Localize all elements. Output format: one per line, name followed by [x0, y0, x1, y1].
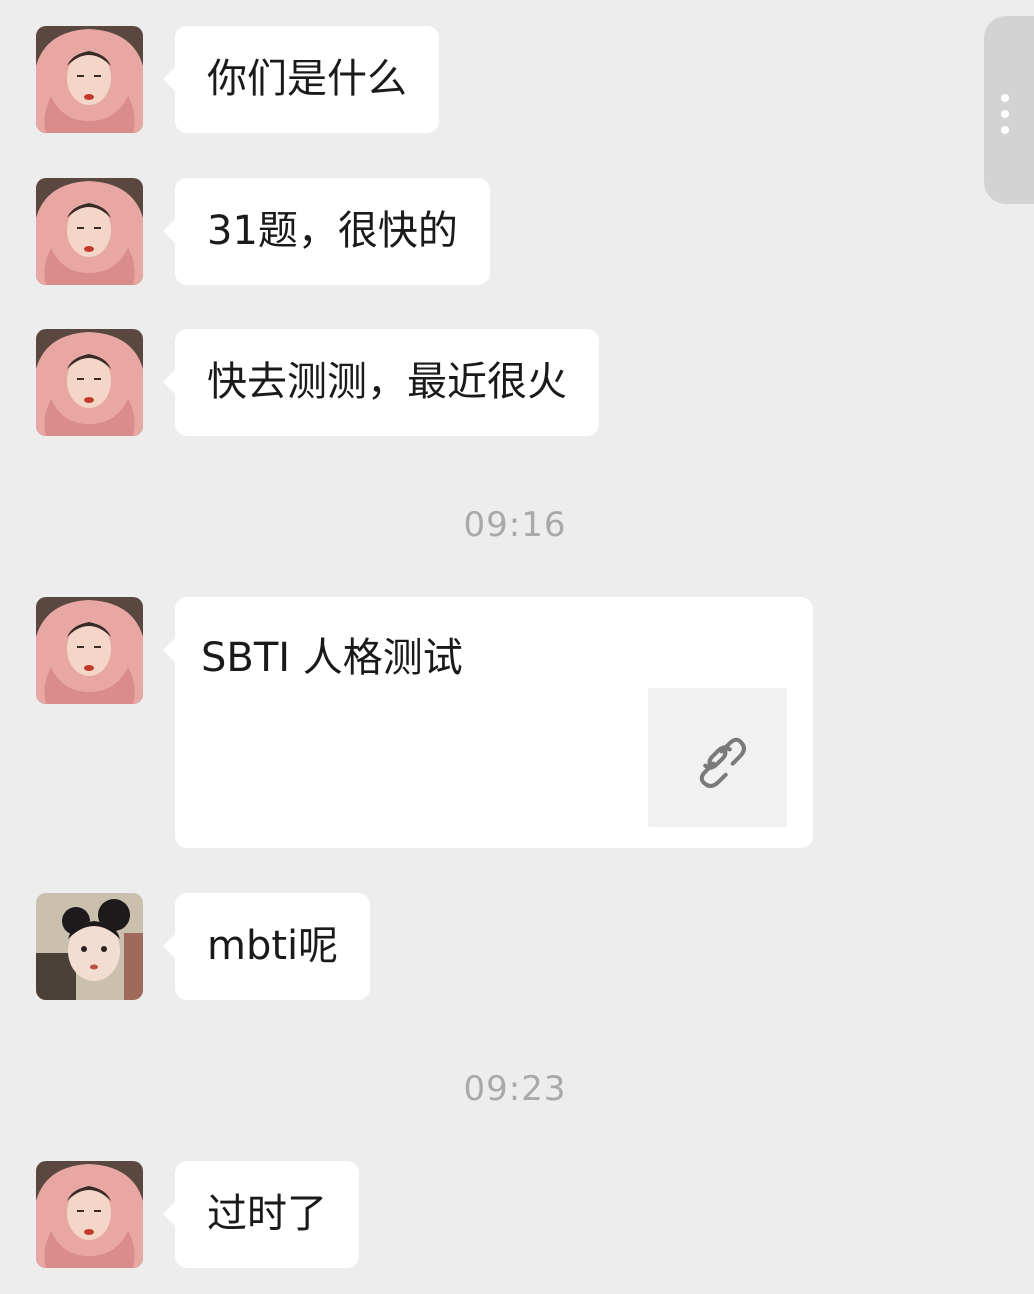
message-bubble[interactable]: mbti呢 [162, 893, 371, 1000]
pink-blanket-avatar[interactable] [36, 329, 143, 436]
side-menu-handle[interactable] [984, 16, 1034, 204]
message-bubble[interactable]: 过时了 [163, 1161, 359, 1268]
girl-buns-avatar[interactable] [36, 893, 143, 1000]
timestamp: 09:23 [463, 1069, 567, 1109]
link-title: SBTI 人格测试 [201, 635, 463, 681]
message-bubble[interactable]: 快去测测，最近很火 [163, 329, 599, 436]
link-icon [699, 737, 746, 789]
pink-blanket-avatar[interactable] [36, 26, 143, 133]
pink-blanket-avatar[interactable] [36, 178, 143, 285]
message-text: 快去测测，最近很火 [207, 359, 567, 405]
link-thumbnail [648, 688, 787, 827]
message-bubble[interactable]: 31题，很快的 [163, 178, 490, 285]
chat-window: 你们是什么 31题，很快的 快去测测，最近很火 09:16 SBTI 人格测试 … [0, 0, 1034, 1294]
pink-blanket-avatar[interactable] [36, 1161, 143, 1268]
message-text: mbti呢 [207, 923, 339, 969]
timestamp: 09:16 [463, 505, 567, 545]
pink-blanket-avatar[interactable] [36, 597, 143, 704]
message-text: 31题，很快的 [207, 208, 458, 254]
message-text: 你们是什么 [207, 56, 407, 102]
link-card[interactable]: SBTI 人格测试 [163, 597, 813, 848]
message-text: 过时了 [207, 1191, 327, 1237]
message-bubble[interactable]: 你们是什么 [163, 26, 439, 133]
